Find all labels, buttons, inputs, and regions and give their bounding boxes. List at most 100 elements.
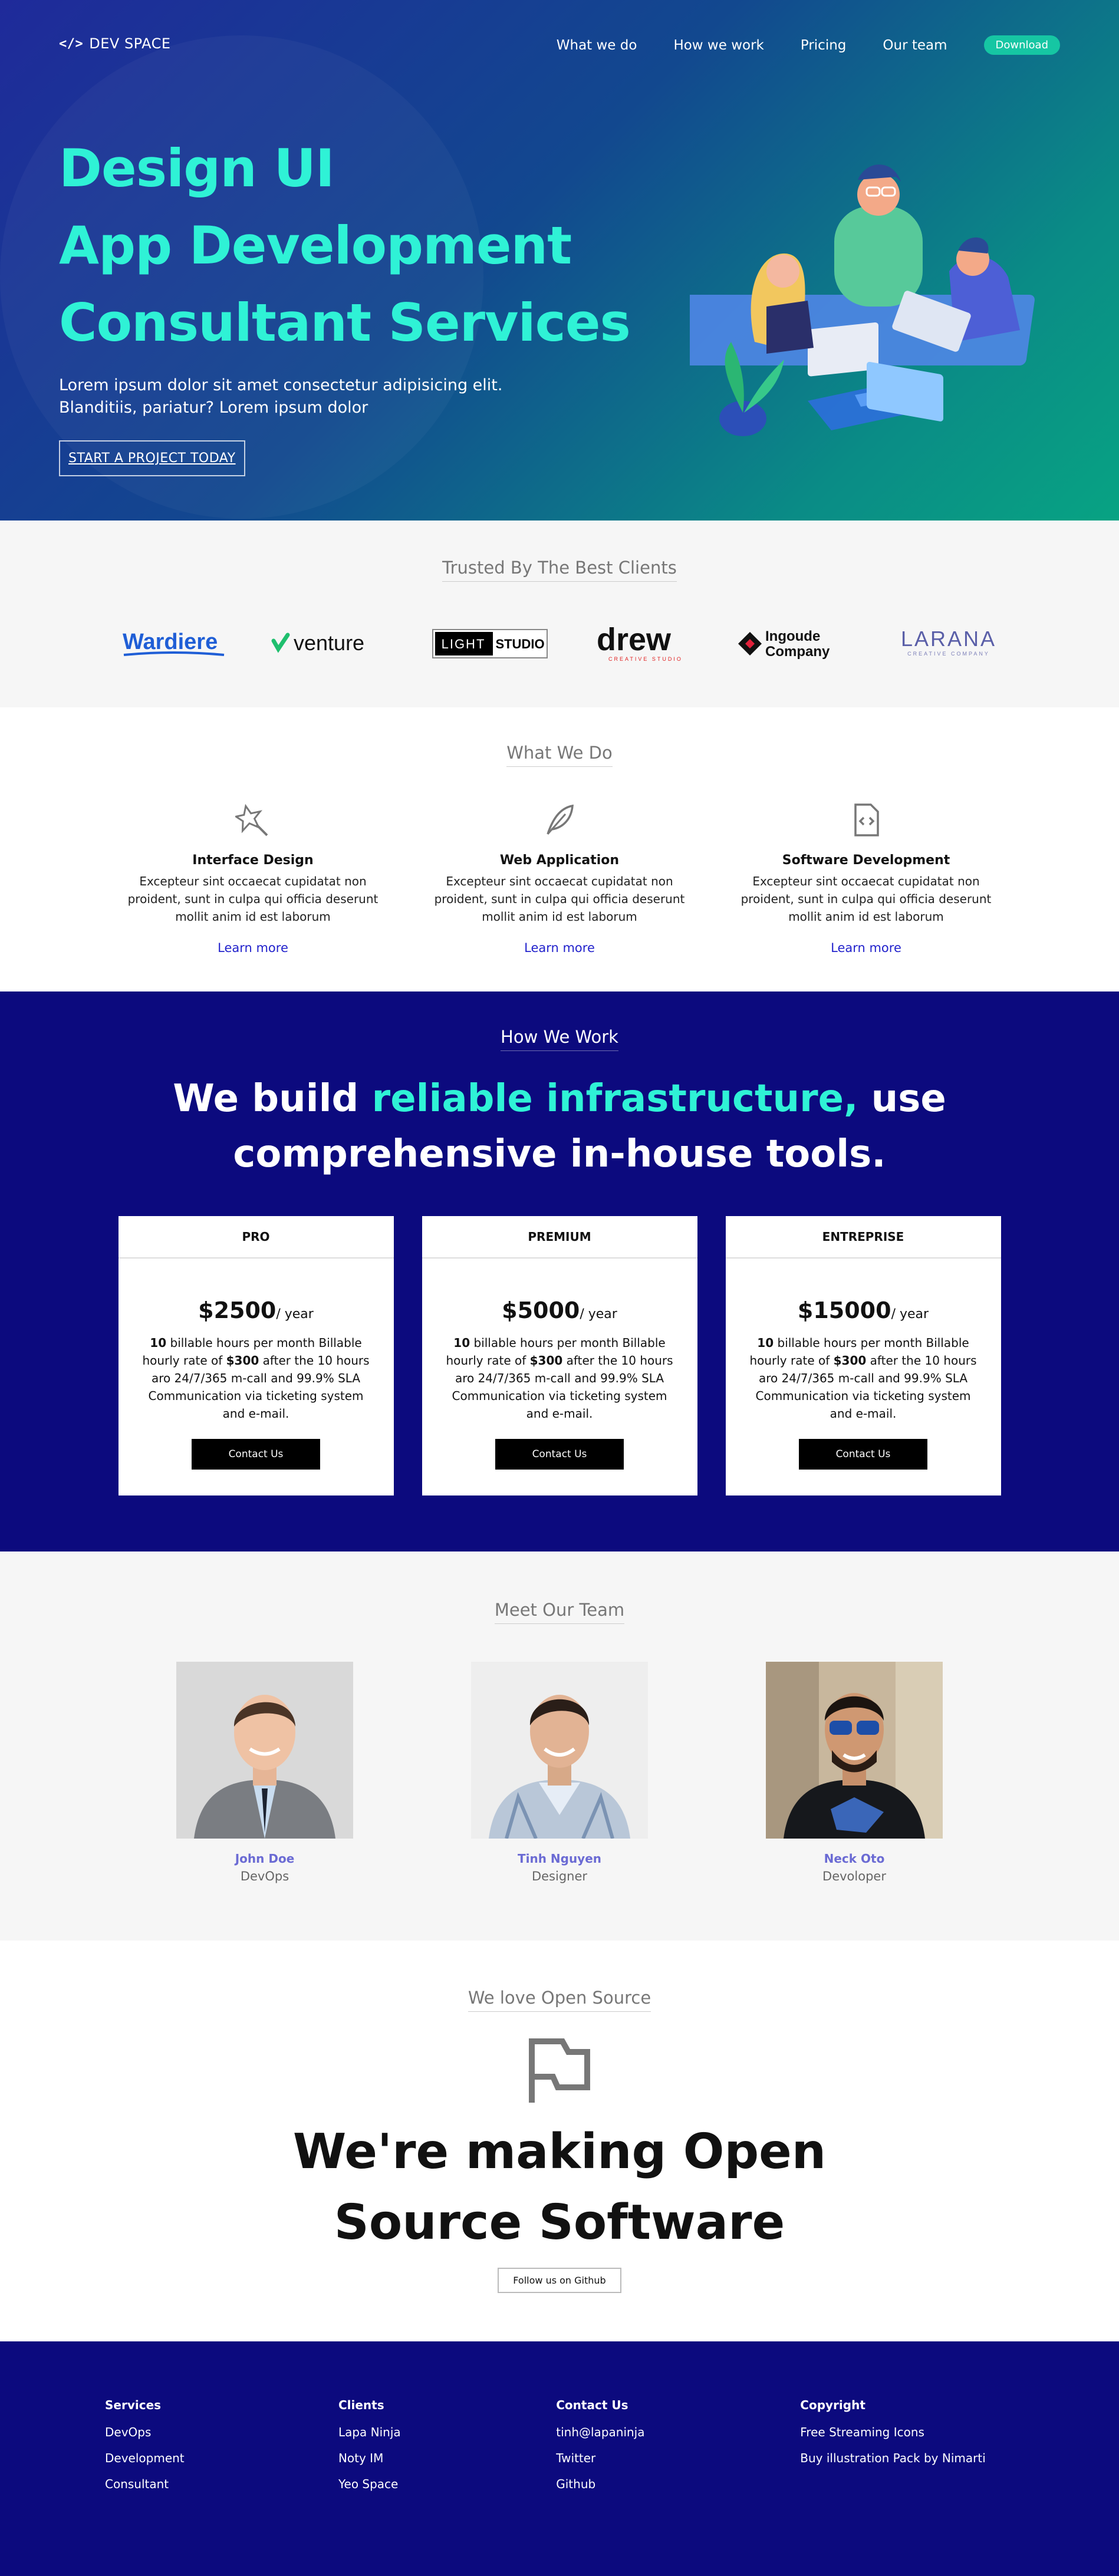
nav-what-we-do[interactable]: What we do <box>557 38 637 53</box>
plan-rate: $300 <box>833 1353 867 1368</box>
service-card: Interface Design Excepteur sint occaecat… <box>126 802 380 955</box>
plan-hours: 10 <box>453 1336 470 1350</box>
nav-our-team[interactable]: Our team <box>883 38 947 53</box>
services-list: Interface Design Excepteur sint occaecat… <box>126 802 993 955</box>
plan-price: $15000/ year <box>726 1297 1001 1323</box>
start-project-button[interactable]: START A PROJECT TODAY <box>59 440 245 476</box>
member-role: Designer <box>531 1869 588 1883</box>
headline-part: We build <box>173 1077 372 1121</box>
open-source-section: We love Open Source We're making Open So… <box>0 1941 1119 2341</box>
drew-logo: drew CREATIVE STUDIO <box>593 623 693 664</box>
section-title: Trusted By The Best Clients <box>442 558 677 582</box>
hero-subtitle-line: Blanditiis, pariatur? Lorem ipsum dolor <box>59 398 368 417</box>
service-text: Excepteur sint occaecat cupidatat non pr… <box>434 874 685 924</box>
drew-logo-subtext: CREATIVE STUDIO <box>608 656 683 662</box>
footer-link[interactable]: Yeo Space <box>338 2477 556 2491</box>
footer-heading: Services <box>105 2398 162 2412</box>
member-role: Devoloper <box>822 1869 886 1883</box>
learn-more-link[interactable]: Learn more <box>524 941 595 955</box>
member-name: Neck Oto <box>824 1852 885 1866</box>
nav-how-we-work[interactable]: How we work <box>673 38 763 53</box>
price-period: / year <box>580 1307 617 1322</box>
price-period: / year <box>891 1307 929 1322</box>
wardiere-logo-text: Wardiere <box>123 630 218 654</box>
section-title: How We Work <box>501 1027 618 1051</box>
avatar <box>766 1662 943 1839</box>
footer-link[interactable]: Development <box>105 2451 338 2465</box>
hero-section: </> DEV SPACE What we do How we work Pri… <box>0 0 1119 521</box>
member-role: DevOps <box>240 1869 289 1883</box>
service-title: Interface Design <box>192 853 314 868</box>
download-button[interactable]: Download <box>983 35 1060 55</box>
footer-heading: Contact Us <box>556 2398 628 2412</box>
learn-more-link[interactable]: Learn more <box>831 941 901 955</box>
headline: We build reliable infrastructure, use co… <box>0 1071 1119 1182</box>
plan-hours: 10 <box>757 1336 774 1350</box>
plan-rate: $300 <box>226 1353 259 1368</box>
service-text: Excepteur sint occaecat cupidatat non pr… <box>127 874 379 924</box>
headline-line: We're making Open <box>292 2124 827 2180</box>
price-period: / year <box>276 1307 314 1322</box>
learn-more-link[interactable]: Learn more <box>218 941 288 955</box>
how-we-work-section: How We Work We build reliable infrastruc… <box>0 991 1119 1551</box>
contact-us-button[interactable]: Contact Us <box>192 1439 320 1470</box>
larana-logo-text: LARANA <box>901 627 996 651</box>
brand-logo[interactable]: </> DEV SPACE <box>59 35 171 52</box>
headline-highlight: reliable infrastructure, <box>371 1077 858 1121</box>
team-member: Tinh Nguyen Designer <box>471 1662 648 1883</box>
team-members: John Doe DevOps Tinh Nguyen Designer Nec… <box>176 1662 943 1883</box>
section-title: What We Do <box>506 743 613 767</box>
plan-description: 10 billable hours per month Billable hou… <box>726 1334 1001 1422</box>
footer-columns: Services DevOps Development Consultant C… <box>105 2398 1025 2503</box>
footer-heading: Copyright <box>800 2398 865 2412</box>
team-member: John Doe DevOps <box>176 1662 353 1883</box>
footer-link[interactable]: Github <box>556 2477 800 2491</box>
member-name: John Doe <box>235 1852 295 1866</box>
headline-part: use <box>858 1077 946 1121</box>
pricing-card: ENTREPRISE $15000/ year 10 billable hour… <box>725 1216 1001 1495</box>
contact-us-button[interactable]: Contact Us <box>495 1439 624 1470</box>
team-section: Meet Our Team John Doe DevOps Tinh Nguye… <box>0 1551 1119 1941</box>
nav-pricing[interactable]: Pricing <box>801 38 847 53</box>
code-icon: </> <box>59 36 84 51</box>
plan-description: 10 billable hours per month Billable hou… <box>422 1334 697 1422</box>
service-title: Web Application <box>499 853 620 868</box>
price-amount: $5000 <box>502 1297 580 1323</box>
nav-links: What we do How we work Pricing Our team … <box>557 35 1060 55</box>
footer-link[interactable]: tinh@lapaninja <box>556 2425 800 2439</box>
footer-link[interactable]: Consultant <box>105 2477 338 2491</box>
headline-line: comprehensive in-house tools. <box>233 1132 886 1176</box>
what-we-do-section: What We Do Interface Design Excepteur si… <box>0 707 1119 991</box>
magic-wand-icon <box>126 802 380 838</box>
footer-link[interactable]: Lapa Ninja <box>338 2425 556 2439</box>
hero-subtitle-line: Lorem ipsum dolor sit amet consectetur a… <box>59 376 503 394</box>
flag-icon <box>0 2037 1119 2107</box>
headline-line: Source Software <box>334 2195 785 2251</box>
github-follow-button[interactable]: Follow us on Github <box>498 2268 621 2293</box>
team-member: Neck Oto Devoloper <box>766 1662 943 1883</box>
hero-title-line: App Development <box>59 215 572 276</box>
pricing-card: PRO $2500/ year 10 billable hours per mo… <box>118 1216 394 1495</box>
plan-description: 10 billable hours per month Billable hou… <box>119 1334 394 1422</box>
larana-logo-subtext: CREATIVE COMPANY <box>907 651 990 657</box>
plan-price: $5000/ year <box>422 1297 697 1323</box>
footer-link[interactable]: Noty IM <box>338 2451 556 2465</box>
pricing-card: PREMIUM $5000/ year 10 billable hours pe… <box>422 1216 697 1495</box>
larana-logo: LARANA CREATIVE COMPANY <box>899 623 999 664</box>
plan-hours: 10 <box>150 1336 167 1350</box>
ingoude-logo-text: Ingoude Company <box>765 629 830 660</box>
footer-heading: Clients <box>338 2398 384 2412</box>
pricing-plans: PRO $2500/ year 10 billable hours per mo… <box>118 1216 1001 1495</box>
contact-us-button[interactable]: Contact Us <box>799 1439 927 1470</box>
footer-link[interactable]: Buy illustration Pack by Nimarti <box>800 2451 1025 2465</box>
footer-column-services: Services DevOps Development Consultant <box>105 2398 338 2503</box>
plan-name: ENTREPRISE <box>725 1216 1001 1259</box>
wardiere-logo: Wardiere <box>120 623 226 664</box>
footer-column-clients: Clients Lapa Ninja Noty IM Yeo Space <box>338 2398 556 2503</box>
footer-link[interactable]: Twitter <box>556 2451 800 2465</box>
venture-logo-text: venture <box>294 631 364 655</box>
section-title: We love Open Source <box>468 1988 651 2012</box>
studio-logo-text: STUDIO <box>495 637 544 651</box>
footer-link[interactable]: Free Streaming Icons <box>800 2425 1025 2439</box>
footer-link[interactable]: DevOps <box>105 2425 338 2439</box>
